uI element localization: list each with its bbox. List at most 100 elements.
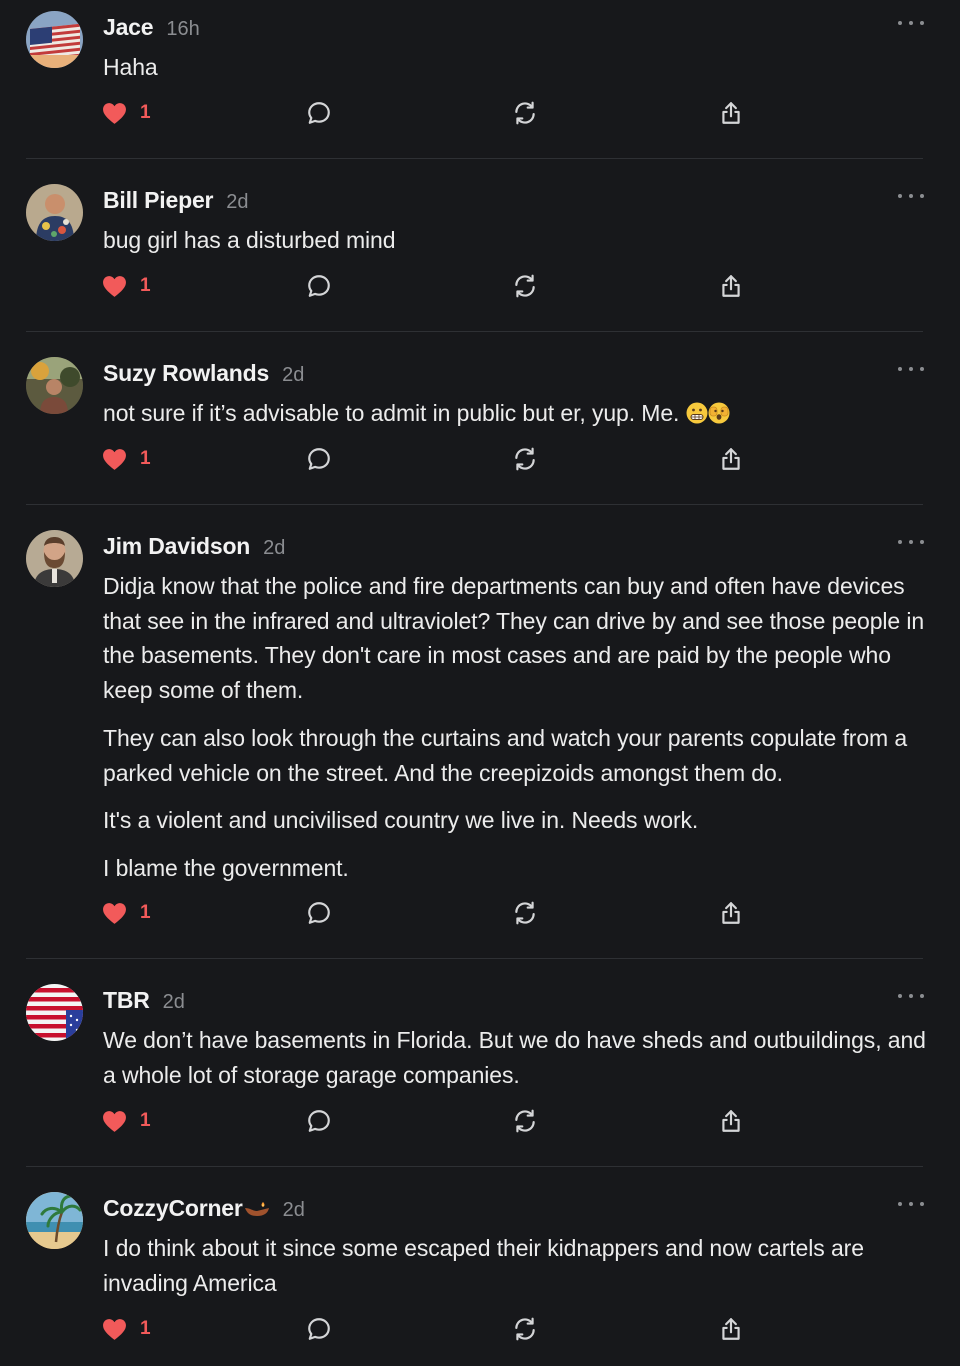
diya-lamp-emoji — [244, 1201, 269, 1216]
comment-body: I do think about it since some escaped t… — [103, 1231, 933, 1300]
speech-bubble-icon — [308, 102, 330, 124]
avatar[interactable] — [26, 184, 83, 241]
ellipsis-icon[interactable] — [898, 189, 924, 203]
speech-bubble-icon — [308, 275, 330, 297]
us-flag-circle-avatar-image — [26, 984, 83, 1041]
ellipsis-icon[interactable] — [898, 1197, 924, 1211]
grimacing-face-emoji — [686, 402, 708, 424]
action-bar: 1 — [0, 1106, 960, 1136]
outdoor-photo-avatar-image — [26, 357, 83, 414]
restack-button[interactable] — [512, 98, 538, 128]
avatar[interactable] — [26, 984, 83, 1041]
share-button[interactable] — [718, 444, 744, 474]
like-button[interactable]: 1 — [102, 98, 151, 128]
timestamp[interactable]: 2d — [282, 364, 304, 387]
timestamp[interactable]: 2d — [283, 1199, 305, 1222]
like-count: 1 — [140, 902, 151, 923]
face-peeking-emoji — [708, 402, 730, 424]
action-bar: 1 — [0, 444, 960, 474]
comment-body: We don’t have basements in Florida. But … — [103, 1023, 933, 1092]
avatar[interactable] — [26, 357, 83, 414]
comment-body: bug girl has a disturbed mind — [103, 223, 933, 258]
speech-bubble-icon — [308, 1110, 330, 1132]
comment-body: not sure if it’s advisable to admit in p… — [103, 396, 933, 431]
heart-icon — [103, 448, 126, 470]
timestamp[interactable]: 2d — [163, 991, 185, 1014]
like-button[interactable]: 1 — [102, 1106, 151, 1136]
reply-button[interactable] — [306, 98, 332, 128]
like-count: 1 — [140, 1318, 151, 1339]
reply-button[interactable] — [306, 898, 332, 928]
divider — [26, 504, 923, 505]
restack-arrows-icon — [515, 1317, 535, 1341]
heart-icon — [103, 1110, 126, 1132]
comment-text: not sure if it’s advisable to admit in p… — [103, 400, 680, 426]
like-count: 1 — [140, 1110, 151, 1131]
speech-bubble-icon — [308, 902, 330, 924]
comment-text: They can also look through the curtains … — [103, 724, 908, 786]
author-name[interactable]: TBR — [103, 987, 150, 1014]
timestamp[interactable]: 2d — [263, 537, 285, 560]
author-name[interactable]: CozzyCorner — [103, 1195, 243, 1222]
divider — [26, 158, 923, 159]
share-button[interactable] — [718, 1106, 744, 1136]
restack-arrows-icon — [515, 447, 535, 471]
reply-button[interactable] — [306, 271, 332, 301]
speech-bubble-icon — [308, 1318, 330, 1340]
ellipsis-icon[interactable] — [898, 362, 924, 376]
share-button[interactable] — [718, 271, 744, 301]
action-bar: 1 — [0, 98, 960, 128]
avatar[interactable] — [26, 11, 83, 68]
restack-button[interactable] — [512, 444, 538, 474]
comment-text: Didja know that the police and fire depa… — [103, 573, 925, 704]
share-icon — [722, 448, 740, 470]
share-icon — [722, 1318, 740, 1340]
restack-button[interactable] — [512, 898, 538, 928]
like-button[interactable]: 1 — [102, 1314, 151, 1344]
author-name[interactable]: Jim Davidson — [103, 533, 250, 560]
reply-button[interactable] — [306, 444, 332, 474]
ellipsis-icon[interactable] — [898, 16, 924, 30]
author-name[interactable]: Jace — [103, 14, 154, 41]
comment-body: Haha — [103, 50, 933, 85]
avatar[interactable] — [26, 530, 83, 587]
restack-button[interactable] — [512, 271, 538, 301]
restack-arrows-icon — [515, 274, 535, 298]
person-hawaiian-shirt-avatar-image — [26, 184, 83, 241]
restack-arrows-icon — [515, 101, 535, 125]
share-icon — [722, 1110, 740, 1132]
comment: Jim Davidson 2d Didja know that the poli… — [0, 519, 960, 959]
heart-icon — [103, 275, 126, 297]
share-icon — [722, 902, 740, 924]
restack-arrows-icon — [515, 1109, 535, 1133]
comment-text: bug girl has a disturbed mind — [103, 227, 396, 253]
reply-button[interactable] — [306, 1314, 332, 1344]
like-button[interactable]: 1 — [102, 444, 151, 474]
us-flag-avatar-image — [26, 11, 83, 68]
share-button[interactable] — [718, 98, 744, 128]
ellipsis-icon[interactable] — [898, 989, 924, 1003]
reply-button[interactable] — [306, 1106, 332, 1136]
author-name[interactable]: Suzy Rowlands — [103, 360, 269, 387]
heart-icon — [103, 102, 126, 124]
like-button[interactable]: 1 — [102, 898, 151, 928]
ellipsis-icon[interactable] — [898, 535, 924, 549]
comment: Bill Pieper 2d bug girl has a disturbed … — [0, 173, 960, 332]
comment-text: It's a violent and uncivilised country w… — [103, 807, 699, 834]
share-icon — [722, 102, 740, 124]
share-button[interactable] — [718, 898, 744, 928]
timestamp[interactable]: 2d — [226, 191, 248, 214]
timestamp[interactable]: 16h — [166, 18, 199, 41]
restack-button[interactable] — [512, 1106, 538, 1136]
restack-button[interactable] — [512, 1314, 538, 1344]
action-bar: 1 — [0, 1314, 960, 1344]
bearded-man-avatar-image — [26, 530, 83, 587]
comment: Suzy Rowlands 2d not sure if it’s advisa… — [0, 346, 960, 505]
comment: Jace 16h Haha 1 — [0, 0, 960, 159]
like-button[interactable]: 1 — [102, 271, 151, 301]
avatar[interactable] — [26, 1192, 83, 1249]
comment-text: Haha — [103, 54, 158, 80]
share-button[interactable] — [718, 1314, 744, 1344]
restack-arrows-icon — [515, 901, 535, 925]
author-name[interactable]: Bill Pieper — [103, 187, 213, 214]
